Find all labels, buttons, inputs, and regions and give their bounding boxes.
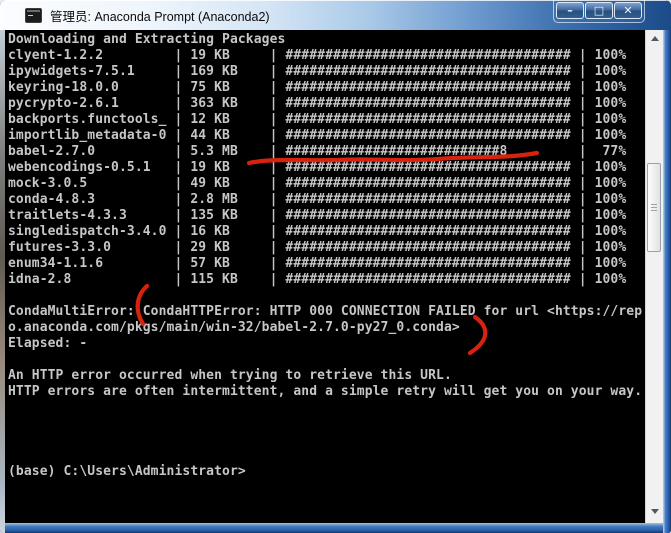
- package-progress-line: traitlets-4.3.3 | 135 KB | #############…: [8, 208, 645, 224]
- minimize-button[interactable]: –: [556, 2, 584, 19]
- console-blank-line: [8, 288, 645, 304]
- http-note-line-2: HTTP errors are often intermittent, and …: [8, 384, 645, 400]
- window-border-right: [663, 30, 671, 533]
- screen: 管理员: Anaconda Prompt (Anaconda2) – □ ✕ D…: [0, 0, 671, 533]
- http-note-line-1: An HTTP error occurred when trying to re…: [8, 368, 645, 384]
- conda-error-line-2: o.anaconda.com/pkgs/main/win-32/babel-2.…: [8, 320, 645, 336]
- console-blank-line: [8, 400, 645, 416]
- window-body: Downloading and Extracting Packages clye…: [5, 30, 663, 523]
- package-progress-line: backports.functools_ | 12 KB | #########…: [8, 112, 645, 128]
- down-arrow-icon: [651, 509, 659, 514]
- maximize-button[interactable]: □: [585, 2, 613, 19]
- console-blank-line: [8, 448, 645, 464]
- package-progress-line: mock-3.0.5 | 49 KB | ###################…: [8, 176, 645, 192]
- package-progress-line: babel-2.7.0 | 5.3 MB | #################…: [8, 144, 645, 160]
- package-progress-line: ipywidgets-7.5.1 | 169 KB | ############…: [8, 64, 645, 80]
- package-progress-line: pycrypto-2.6.1 | 363 KB | ##############…: [8, 96, 645, 112]
- scrollbar-thumb[interactable]: [647, 163, 661, 252]
- conda-error-line-1: CondaMultiError: CondaHTTPError: HTTP 00…: [8, 304, 645, 320]
- package-progress-line: webencodings-0.5.1 | 19 KB | ###########…: [8, 160, 645, 176]
- package-progress-line: clyent-1.2.2 | 19 KB | #################…: [8, 48, 645, 64]
- scroll-down-button[interactable]: [646, 503, 663, 520]
- console-blank-line: [8, 432, 645, 448]
- close-icon: ✕: [623, 4, 632, 17]
- elapsed-line: Elapsed: -: [8, 336, 645, 352]
- package-progress-line: keyring-18.0.0 | 75 KB | ###############…: [8, 80, 645, 96]
- anaconda-prompt-window: 管理员: Anaconda Prompt (Anaconda2) – □ ✕ D…: [0, 0, 671, 533]
- window-border-bottom: [0, 523, 671, 533]
- maximize-icon: □: [594, 4, 604, 17]
- console-blank-line: [8, 352, 645, 368]
- prompt-line[interactable]: (base) C:\Users\Administrator>: [8, 464, 645, 480]
- up-arrow-icon: [651, 36, 659, 41]
- package-progress-line: singledispatch-3.4.0 | 16 KB | #########…: [8, 224, 645, 240]
- vertical-scrollbar[interactable]: [645, 30, 663, 523]
- console-app-icon: [25, 8, 42, 23]
- minimize-icon: –: [567, 4, 573, 17]
- titlebar[interactable]: 管理员: Anaconda Prompt (Anaconda2) – □ ✕: [0, 0, 671, 30]
- package-progress-line: enum34-1.1.6 | 57 KB | #################…: [8, 256, 645, 272]
- package-progress-line: conda-4.8.3 | 2.8 MB | #################…: [8, 192, 645, 208]
- console-output[interactable]: Downloading and Extracting Packages clye…: [5, 30, 645, 523]
- window-controls: – □ ✕: [553, 0, 645, 23]
- package-progress-list: clyent-1.2.2 | 19 KB | #################…: [8, 48, 645, 288]
- close-button[interactable]: ✕: [614, 2, 642, 19]
- console-header-line: Downloading and Extracting Packages: [8, 32, 645, 48]
- package-progress-line: idna-2.8 | 115 KB | ####################…: [8, 272, 645, 288]
- scroll-up-button[interactable]: [646, 30, 663, 47]
- console-blank-line: [8, 416, 645, 432]
- package-progress-line: importlib_metadata-0 | 44 KB | #########…: [8, 128, 645, 144]
- package-progress-line: futures-3.3.0 | 29 KB | ################…: [8, 240, 645, 256]
- window-title: 管理员: Anaconda Prompt (Anaconda2): [50, 6, 270, 25]
